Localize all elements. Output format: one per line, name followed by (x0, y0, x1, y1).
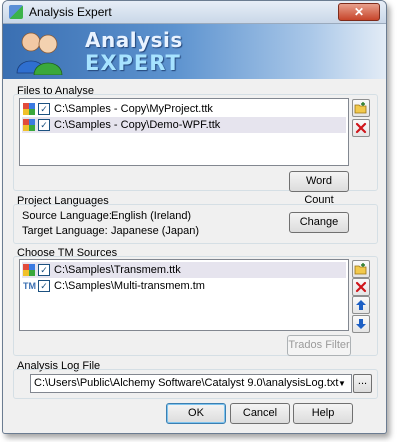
log-file-path: C:\Users\Public\Alchemy Software\Catalys… (34, 377, 339, 389)
analysis-expert-dialog: Analysis Expert ✕ Analysis EXPERT Files … (2, 0, 387, 434)
project-file-icon (23, 103, 35, 115)
title-bar[interactable]: Analysis Expert ✕ (3, 1, 386, 24)
target-language-value: Japanese (Japan) (111, 225, 200, 237)
open-folder-icon (354, 102, 367, 114)
file-checkbox[interactable]: ✓ (38, 103, 50, 115)
banner-subtitle: EXPERT (85, 51, 181, 75)
chevron-down-icon[interactable]: ▼ (335, 376, 349, 391)
file-checkbox[interactable]: ✓ (38, 119, 50, 131)
add-file-button[interactable] (352, 99, 370, 117)
delete-icon (355, 281, 367, 293)
header-banner: Analysis EXPERT (3, 24, 386, 79)
close-button[interactable]: ✕ (338, 3, 380, 21)
add-tm-button[interactable] (352, 260, 370, 278)
source-language-label: Source Language: (22, 210, 112, 222)
delete-icon (355, 122, 367, 134)
arrow-down-icon (356, 319, 366, 329)
tm-list[interactable]: ✓ C:\Samples\Transmem.ttk TM ✓ C:\Sample… (19, 259, 349, 331)
arrow-up-icon (356, 300, 366, 310)
cancel-button[interactable]: Cancel (230, 403, 290, 424)
source-language-value: English (Ireland) (111, 210, 192, 222)
files-list[interactable]: ✓ C:\Samples - Copy\MyProject.ttk ✓ C:\S… (19, 98, 349, 166)
tm-path: C:\Samples\Multi-transmem.tm (54, 280, 205, 292)
tm-file-icon: TM (23, 281, 36, 291)
list-item[interactable]: ✓ C:\Samples - Copy\Demo-WPF.ttk (22, 117, 346, 133)
help-button[interactable]: Help (293, 403, 353, 424)
open-folder-icon (354, 263, 367, 275)
log-file-combo[interactable]: C:\Users\Public\Alchemy Software\Catalys… (30, 374, 352, 393)
move-down-button[interactable] (352, 315, 370, 333)
remove-tm-button[interactable] (352, 278, 370, 296)
file-path: C:\Samples - Copy\Demo-WPF.ttk (54, 119, 221, 131)
users-icon (16, 32, 63, 75)
window-title: Analysis Expert (29, 5, 112, 19)
word-count-button[interactable]: Word Count (289, 171, 349, 206)
banner-title: Analysis (85, 28, 183, 52)
tm-checkbox[interactable]: ✓ (38, 264, 50, 276)
app-icon (9, 5, 23, 19)
tm-checkbox[interactable]: ✓ (38, 280, 50, 292)
file-path: C:\Samples - Copy\MyProject.ttk (54, 103, 213, 115)
list-item[interactable]: TM ✓ C:\Samples\Multi-transmem.tm (22, 278, 346, 294)
list-item[interactable]: ✓ C:\Samples\Transmem.ttk (22, 262, 346, 278)
remove-file-button[interactable] (352, 119, 370, 137)
move-up-button[interactable] (352, 296, 370, 314)
browse-log-button[interactable]: ... (353, 374, 372, 393)
list-item[interactable]: ✓ C:\Samples - Copy\MyProject.ttk (22, 101, 346, 117)
target-language-label: Target Language: (22, 225, 108, 237)
ok-button[interactable]: OK (166, 403, 226, 424)
trados-filter-button[interactable]: Trados Filter (287, 335, 351, 356)
project-file-icon (23, 264, 35, 276)
tm-path: C:\Samples\Transmem.ttk (54, 264, 181, 276)
project-file-icon (23, 119, 35, 131)
change-languages-button[interactable]: Change (289, 212, 349, 233)
